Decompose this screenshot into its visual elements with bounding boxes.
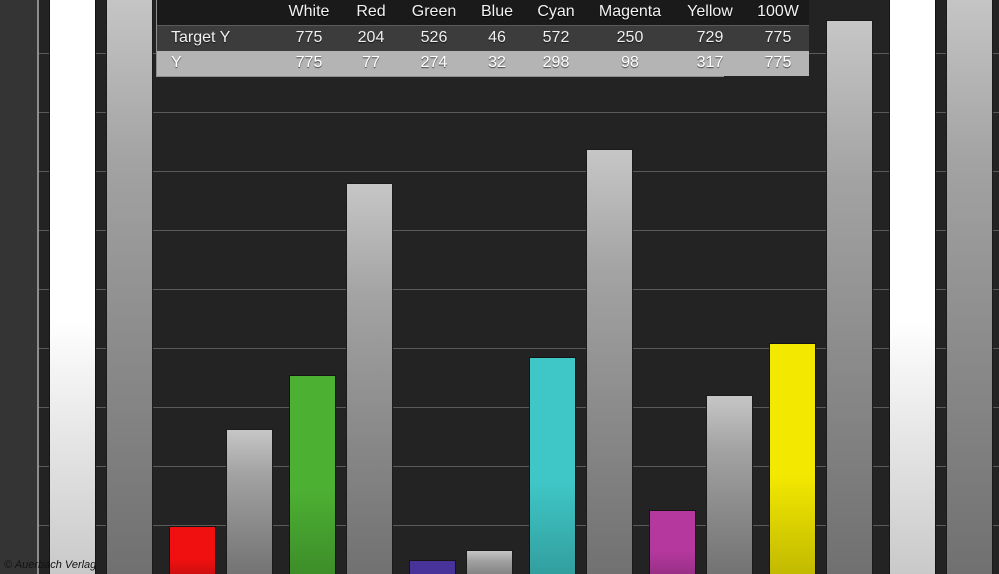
bar-measured-blue <box>409 559 456 574</box>
table-col-header-yellow: Yellow <box>673 0 747 26</box>
table-cell-cyan: 298 <box>542 54 570 71</box>
table-cell-white: 775 <box>295 29 323 46</box>
table-cell-green: 274 <box>420 54 448 71</box>
bar-target-yellow <box>826 19 873 574</box>
table-cell-yellow: 317 <box>696 54 724 71</box>
bar-target-100w <box>946 0 993 574</box>
table-col-header-100w: 100W <box>747 0 809 26</box>
table-cell-red: 77 <box>362 54 380 71</box>
table-cell-magenta: 98 <box>621 54 639 71</box>
bar-target-white <box>106 0 153 574</box>
table-cell-green: 526 <box>420 29 448 46</box>
y-axis-band <box>0 0 38 574</box>
luminance-bar-chart: 0,10,20,30,40,50,60,70,80,9 WhiteRedGree… <box>0 0 999 574</box>
table-cell-white: 775 <box>295 54 323 71</box>
bar-measured-100w <box>889 0 936 574</box>
table-header-row: White Red Green Blue Cyan Magenta Yellow 100W <box>157 0 809 26</box>
bar-target-magenta <box>706 395 753 574</box>
table-cell-cyan: 572 <box>542 29 570 46</box>
table-col-header-label <box>157 0 275 26</box>
table-col-header-blue: Blue <box>469 0 525 26</box>
bar-measured-red <box>169 525 216 574</box>
table-cell-red: 204 <box>357 29 385 46</box>
measurement-table: White Red Green Blue Cyan Magenta Yellow 100W T… <box>156 0 809 77</box>
table-cell-blue: 46 <box>488 29 506 46</box>
table-col-header-green: Green <box>399 0 469 26</box>
table-cell-blue: 32 <box>488 54 506 71</box>
bar-measured-magenta <box>649 509 696 574</box>
bar-target-green <box>346 183 393 574</box>
table-cell-100w: 775 <box>764 54 792 71</box>
bar-target-red <box>226 428 273 574</box>
table-row-label: Y <box>171 54 182 71</box>
table-cell-magenta: 250 <box>616 29 644 46</box>
bar-measured-green <box>289 375 336 574</box>
table-cell-100w: 775 <box>764 29 792 46</box>
table-col-header-cyan: Cyan <box>525 0 587 26</box>
table-row: Target Y 775 204 526 46 572 250 729 775 <box>157 25 809 51</box>
table-col-header-white: White <box>275 0 343 26</box>
table-row: Y 775 77 274 32 298 98 317 775 <box>157 51 809 76</box>
table-col-header-red: Red <box>343 0 399 26</box>
table-row-label: Target Y <box>171 29 231 46</box>
plot-area <box>39 0 999 574</box>
bar-target-blue <box>466 550 513 574</box>
bar-measured-cyan <box>529 357 576 574</box>
table-col-header-magenta: Magenta <box>587 0 673 26</box>
bar-target-cyan <box>586 148 633 574</box>
table-cell-yellow: 729 <box>696 29 724 46</box>
bar-measured-white <box>49 0 96 574</box>
copyright-notice: © Auerbach Verlag <box>4 559 97 571</box>
bar-measured-yellow <box>769 342 816 574</box>
